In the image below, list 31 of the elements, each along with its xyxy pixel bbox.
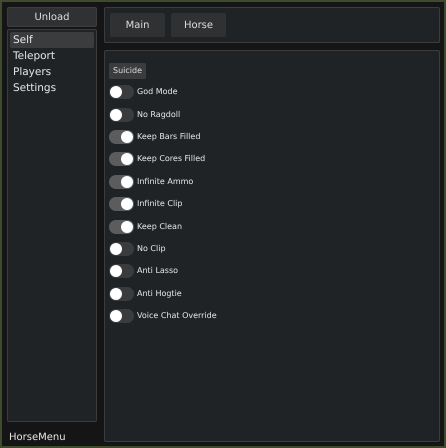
toggle-switch[interactable] [109, 197, 134, 212]
sidebar-item[interactable]: Teleport [10, 48, 94, 64]
toggle-label: Anti Lasso [137, 265, 178, 278]
toggle-switch[interactable] [109, 264, 134, 278]
sidebar-item[interactable]: Players [10, 64, 94, 80]
sidebar-item[interactable]: Settings [10, 80, 94, 96]
tab[interactable]: Horse [171, 13, 226, 37]
toggle-switch[interactable] [109, 130, 134, 144]
toggle-label: Keep Cores Filled [137, 153, 206, 166]
toggle-label: No Ragdoll [137, 108, 180, 121]
sidebar-item[interactable]: Self [10, 32, 94, 48]
toggle-label: Infinite Clip [137, 198, 182, 210]
toggle-switch[interactable] [109, 108, 134, 122]
toggle-switch[interactable] [109, 286, 134, 301]
toggle-label: Voice Chat Override [137, 310, 217, 322]
unload-button[interactable]: Unload [7, 7, 97, 27]
suicide-button[interactable]: Suicide [109, 63, 146, 79]
toggle-switch[interactable] [109, 152, 134, 166]
toggle-label: Infinite Ammo [137, 176, 194, 188]
toggle-label: No Clip [137, 242, 166, 255]
toggle-label: God Mode [137, 86, 178, 98]
toggle-switch[interactable] [109, 309, 134, 324]
menu-title: HorseMenu [8, 431, 67, 442]
tab[interactable]: Main [110, 13, 165, 37]
toggle-label: Keep Clean [137, 220, 182, 233]
toggle-switch[interactable] [109, 220, 134, 234]
toggle-label: Anti Hogtie [137, 288, 182, 300]
toggle-switch[interactable] [109, 85, 134, 100]
toggle-switch[interactable] [109, 242, 134, 256]
toggle-label: Keep Bars Filled [137, 130, 200, 143]
toggle-switch[interactable] [109, 174, 134, 189]
